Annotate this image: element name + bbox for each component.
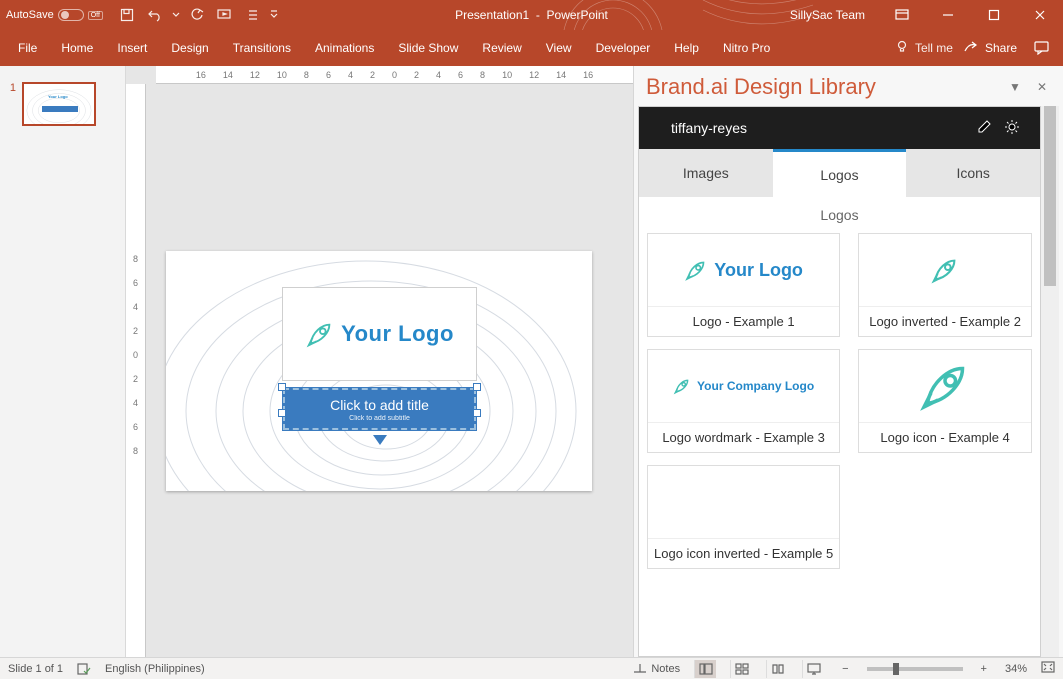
- share-button[interactable]: Share: [953, 40, 1027, 57]
- pane-user-row: tiffany-reyes: [639, 107, 1040, 149]
- pane-section-label: Logos: [639, 197, 1040, 233]
- edit-icon[interactable]: [970, 119, 998, 138]
- tab-animations[interactable]: Animations: [303, 31, 386, 65]
- workarea: 1 Your Logo 1614121086420246810121416 86…: [0, 66, 1063, 657]
- pane-tab-images[interactable]: Images: [639, 149, 773, 197]
- autosave-toggle[interactable]: AutoSave Off: [0, 9, 109, 21]
- list-icon[interactable]: [241, 2, 265, 28]
- close-icon[interactable]: [1017, 0, 1063, 30]
- thumbnail-index: 1: [6, 82, 16, 126]
- dropdown-icon[interactable]: [171, 2, 181, 28]
- minimize-icon[interactable]: [925, 0, 971, 30]
- title-placeholder[interactable]: Click to add title Click to add subtitle: [282, 387, 477, 431]
- share-icon: [963, 40, 979, 57]
- asset-caption: Logo icon inverted - Example 5: [648, 538, 839, 568]
- pane-tab-logos[interactable]: Logos: [773, 149, 907, 197]
- zoom-slider[interactable]: [867, 667, 963, 671]
- slideshow-view-icon[interactable]: [802, 660, 824, 678]
- rocket-icon: [673, 377, 691, 395]
- rocket-icon: [930, 255, 960, 285]
- tab-home[interactable]: Home: [49, 31, 105, 65]
- rocket-icon: [305, 319, 335, 349]
- undo-icon[interactable]: [143, 2, 167, 28]
- slide-counter[interactable]: Slide 1 of 1: [8, 663, 63, 675]
- tab-nitropro[interactable]: Nitro Pro: [711, 31, 782, 65]
- rocket-icon: [917, 358, 973, 414]
- account-name[interactable]: SillySac Team: [776, 8, 879, 22]
- zoom-in-icon[interactable]: +: [977, 663, 991, 675]
- asset-card[interactable]: Logo icon - Example 4: [858, 349, 1032, 453]
- rotate-handle-icon[interactable]: [373, 435, 387, 445]
- horizontal-ruler: 1614121086420246810121416: [156, 66, 633, 84]
- asset-card[interactable]: Your Company Logo Logo wordmark - Exampl…: [647, 349, 840, 453]
- gear-icon[interactable]: [998, 119, 1026, 138]
- tab-view[interactable]: View: [534, 31, 584, 65]
- normal-view-icon[interactable]: [694, 660, 716, 678]
- redo-icon[interactable]: [185, 2, 209, 28]
- toggle-off-icon: [58, 9, 84, 21]
- title-bar: AutoSave Off Presentation1 - PowerPoint …: [0, 0, 1063, 30]
- pane-username: tiffany-reyes: [671, 120, 970, 136]
- reading-view-icon[interactable]: [766, 660, 788, 678]
- language-status[interactable]: English (Philippines): [105, 663, 205, 675]
- inserted-logo[interactable]: Your Logo: [282, 287, 477, 381]
- tab-slideshow[interactable]: Slide Show: [386, 31, 470, 65]
- tab-file[interactable]: File: [6, 31, 49, 65]
- pane-scrollbar[interactable]: [1041, 106, 1059, 657]
- maximize-icon[interactable]: [971, 0, 1017, 30]
- status-bar: Slide 1 of 1 English (Philippines) Notes…: [0, 657, 1063, 679]
- asset-caption: Logo - Example 1: [648, 306, 839, 336]
- comments-icon[interactable]: [1027, 41, 1057, 55]
- customize-qat-dropdown-icon[interactable]: [269, 2, 279, 28]
- slide-sorter-view-icon[interactable]: [730, 660, 752, 678]
- tab-insert[interactable]: Insert: [105, 31, 159, 65]
- slide-canvas[interactable]: Your Logo Click to add title Click to ad…: [166, 251, 592, 491]
- rocket-icon: [684, 258, 708, 282]
- asset-card[interactable]: Logo inverted - Example 2: [858, 233, 1032, 337]
- spellcheck-icon[interactable]: [77, 663, 91, 675]
- ribbon-tabs: File Home Insert Design Transitions Anim…: [0, 30, 1063, 66]
- zoom-level[interactable]: 34%: [1005, 663, 1027, 675]
- tell-me-search[interactable]: Tell me: [895, 40, 953, 57]
- slide-thumbnails: 1 Your Logo: [0, 66, 126, 657]
- save-icon[interactable]: [115, 2, 139, 28]
- slide-editor[interactable]: 1614121086420246810121416 864202468 Your…: [126, 66, 633, 657]
- fit-to-window-icon[interactable]: [1041, 661, 1055, 676]
- slide-thumbnail[interactable]: 1 Your Logo: [0, 82, 125, 126]
- asset-card[interactable]: Logo icon inverted - Example 5: [647, 465, 840, 569]
- pane-title: Brand.ai Design Library: [646, 74, 997, 100]
- task-pane: Brand.ai Design Library ▼ ✕ tiffany-reye…: [633, 66, 1063, 657]
- tab-transitions[interactable]: Transitions: [221, 31, 303, 65]
- asset-caption: Logo icon - Example 4: [859, 422, 1031, 452]
- notes-button[interactable]: Notes: [633, 663, 680, 675]
- lightbulb-icon: [895, 40, 909, 57]
- pane-tabs: Images Logos Icons: [639, 149, 1040, 197]
- pane-menu-dropdown-icon[interactable]: ▼: [1005, 76, 1025, 98]
- pane-tab-icons[interactable]: Icons: [906, 149, 1040, 197]
- asset-caption: Logo inverted - Example 2: [859, 306, 1031, 336]
- ribbon-display-icon[interactable]: [879, 0, 925, 30]
- pane-close-icon[interactable]: ✕: [1033, 76, 1051, 98]
- asset-caption: Logo wordmark - Example 3: [648, 422, 839, 452]
- tab-design[interactable]: Design: [159, 31, 220, 65]
- start-from-beginning-icon[interactable]: [213, 2, 237, 28]
- asset-card[interactable]: Your Logo Logo - Example 1: [647, 233, 840, 337]
- vertical-ruler: 864202468: [126, 84, 146, 657]
- logo-text: Your Logo: [341, 321, 454, 347]
- tab-help[interactable]: Help: [662, 31, 711, 65]
- tab-review[interactable]: Review: [470, 31, 533, 65]
- tab-developer[interactable]: Developer: [584, 31, 663, 65]
- zoom-out-icon[interactable]: −: [838, 663, 852, 675]
